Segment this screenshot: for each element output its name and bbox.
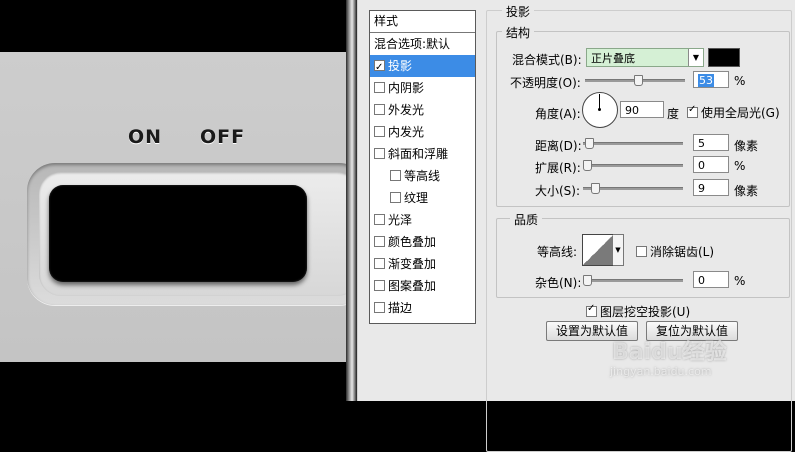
blend-mode-label: 混合模式(B): [512,53,582,67]
style-item[interactable]: 斜面和浮雕 [370,143,475,165]
off-label: OFF [200,126,246,148]
style-item[interactable]: 图案叠加 [370,275,475,297]
style-item[interactable]: 颜色叠加 [370,231,475,253]
noise-unit: % [734,274,746,288]
global-light-label: 使用全局光(G) [701,106,780,120]
style-item-label: 外发光 [388,103,425,117]
quality-title: 品质 [510,211,543,228]
knockout-checkbox[interactable] [586,303,597,317]
drop-shadow-title: 投影 [502,3,535,20]
style-item-checkbox[interactable] [374,126,385,137]
knockout-label: 图层挖空投影(U) [600,305,691,319]
style-item-checkbox[interactable] [374,82,385,93]
style-item-label: 投影 [388,59,413,73]
style-item-checkbox[interactable] [374,104,385,115]
style-item[interactable]: 内发光 [370,121,475,143]
style-item-label: 光泽 [388,213,413,227]
drop-shadow-options: 投影 结构 混合模式(B): 正片叠底 ▼ 不透明度(O): 53 % 角度(A… [484,0,795,452]
blend-mode-value: 正片叠底 [591,52,635,65]
style-item[interactable]: 混合选项:默认 [370,33,475,55]
style-item-checkbox[interactable] [374,57,385,79]
spread-slider-thumb[interactable] [583,160,592,171]
global-light-option[interactable]: 使用全局光(G) [687,104,780,121]
global-light-checkbox[interactable] [687,104,698,118]
antialias-checkbox[interactable] [636,246,647,257]
shadow-color-swatch[interactable] [708,48,740,67]
styles-header: 样式 [370,11,475,33]
canvas-edge-bevel [346,0,357,401]
style-item-checkbox[interactable] [390,192,401,203]
knockout-option[interactable]: 图层挖空投影(U) [586,303,690,320]
distance-slider[interactable] [583,142,683,145]
opacity-value: 53 [698,74,714,87]
style-item-label: 等高线 [404,169,441,183]
distance-slider-thumb[interactable] [585,138,594,149]
distance-label: 距离(D): [535,139,582,153]
style-item-checkbox[interactable] [374,258,385,269]
noise-label: 杂色(N): [535,276,582,290]
distance-unit: 像素 [734,139,759,153]
style-item-label: 内阴影 [388,81,425,95]
noise-slider[interactable] [583,279,683,282]
style-item[interactable]: 等高线 [370,165,475,187]
style-item[interactable]: 外发光 [370,99,475,121]
style-item-label: 颜色叠加 [388,235,437,249]
angle-dial-center [598,108,601,111]
opacity-input[interactable]: 53 [693,71,729,88]
style-item[interactable]: 内阴影 [370,77,475,99]
style-item-checkbox[interactable] [390,170,401,181]
opacity-unit: % [734,74,746,88]
chevron-down-icon[interactable]: ▼ [688,49,703,66]
angle-unit: 度 [667,107,680,121]
spread-unit: % [734,159,746,173]
style-item-label: 纹理 [404,191,429,205]
style-item[interactable]: 渐变叠加 [370,253,475,275]
style-item-checkbox[interactable] [374,302,385,313]
style-item-checkbox[interactable] [374,148,385,159]
watermark-logo: Baidu经验 [612,340,727,365]
blend-mode-select[interactable]: 正片叠底 ▼ [586,48,704,67]
opacity-label: 不透明度(O): [510,76,581,90]
style-item-label: 渐变叠加 [388,257,437,271]
styles-panel: 样式 混合选项:默认投影内阴影外发光内发光斜面和浮雕等高线纹理光泽颜色叠加渐变叠… [357,0,485,401]
size-label: 大小(S): [535,184,581,198]
angle-input[interactable]: 90 [620,101,664,118]
size-unit: 像素 [734,184,759,198]
canvas-preview: ON OFF [0,0,357,401]
style-item[interactable]: 纹理 [370,187,475,209]
style-item[interactable]: 光泽 [370,209,475,231]
on-label: ON [128,126,163,148]
angle-label: 角度(A): [535,107,581,121]
style-item-label: 斜面和浮雕 [388,147,449,161]
distance-input[interactable]: 5 [693,134,729,151]
style-item-label: 混合选项:默认 [374,37,451,51]
antialias-option[interactable]: 消除锯齿(L) [636,243,714,260]
size-input[interactable]: 9 [693,179,729,196]
style-item-label: 图案叠加 [388,279,437,293]
watermark-url: jingyan.baidu.com [610,365,712,378]
style-item-label: 内发光 [388,125,425,139]
styles-list: 样式 混合选项:默认投影内阴影外发光内发光斜面和浮雕等高线纹理光泽颜色叠加渐变叠… [369,10,476,324]
style-item[interactable]: 描边 [370,297,475,319]
size-slider-thumb[interactable] [591,183,600,194]
structure-title: 结构 [502,24,535,41]
chevron-down-icon[interactable]: ▼ [613,234,624,266]
opacity-slider-thumb[interactable] [634,75,643,86]
style-item-checkbox[interactable] [374,236,385,247]
spread-slider[interactable] [583,164,683,167]
angle-dial[interactable] [582,92,618,128]
style-item[interactable]: 投影 [370,55,475,79]
noise-slider-thumb[interactable] [583,275,592,286]
spread-label: 扩展(R): [535,161,581,175]
contour-preview[interactable] [582,234,614,266]
noise-input[interactable]: 0 [693,271,729,288]
spread-input[interactable]: 0 [693,156,729,173]
antialias-label: 消除锯齿(L) [650,245,715,259]
style-item-checkbox[interactable] [374,214,385,225]
style-item-checkbox[interactable] [374,280,385,291]
contour-label: 等高线: [537,245,578,259]
switch-knob [49,185,307,282]
style-item-label: 描边 [388,301,413,315]
